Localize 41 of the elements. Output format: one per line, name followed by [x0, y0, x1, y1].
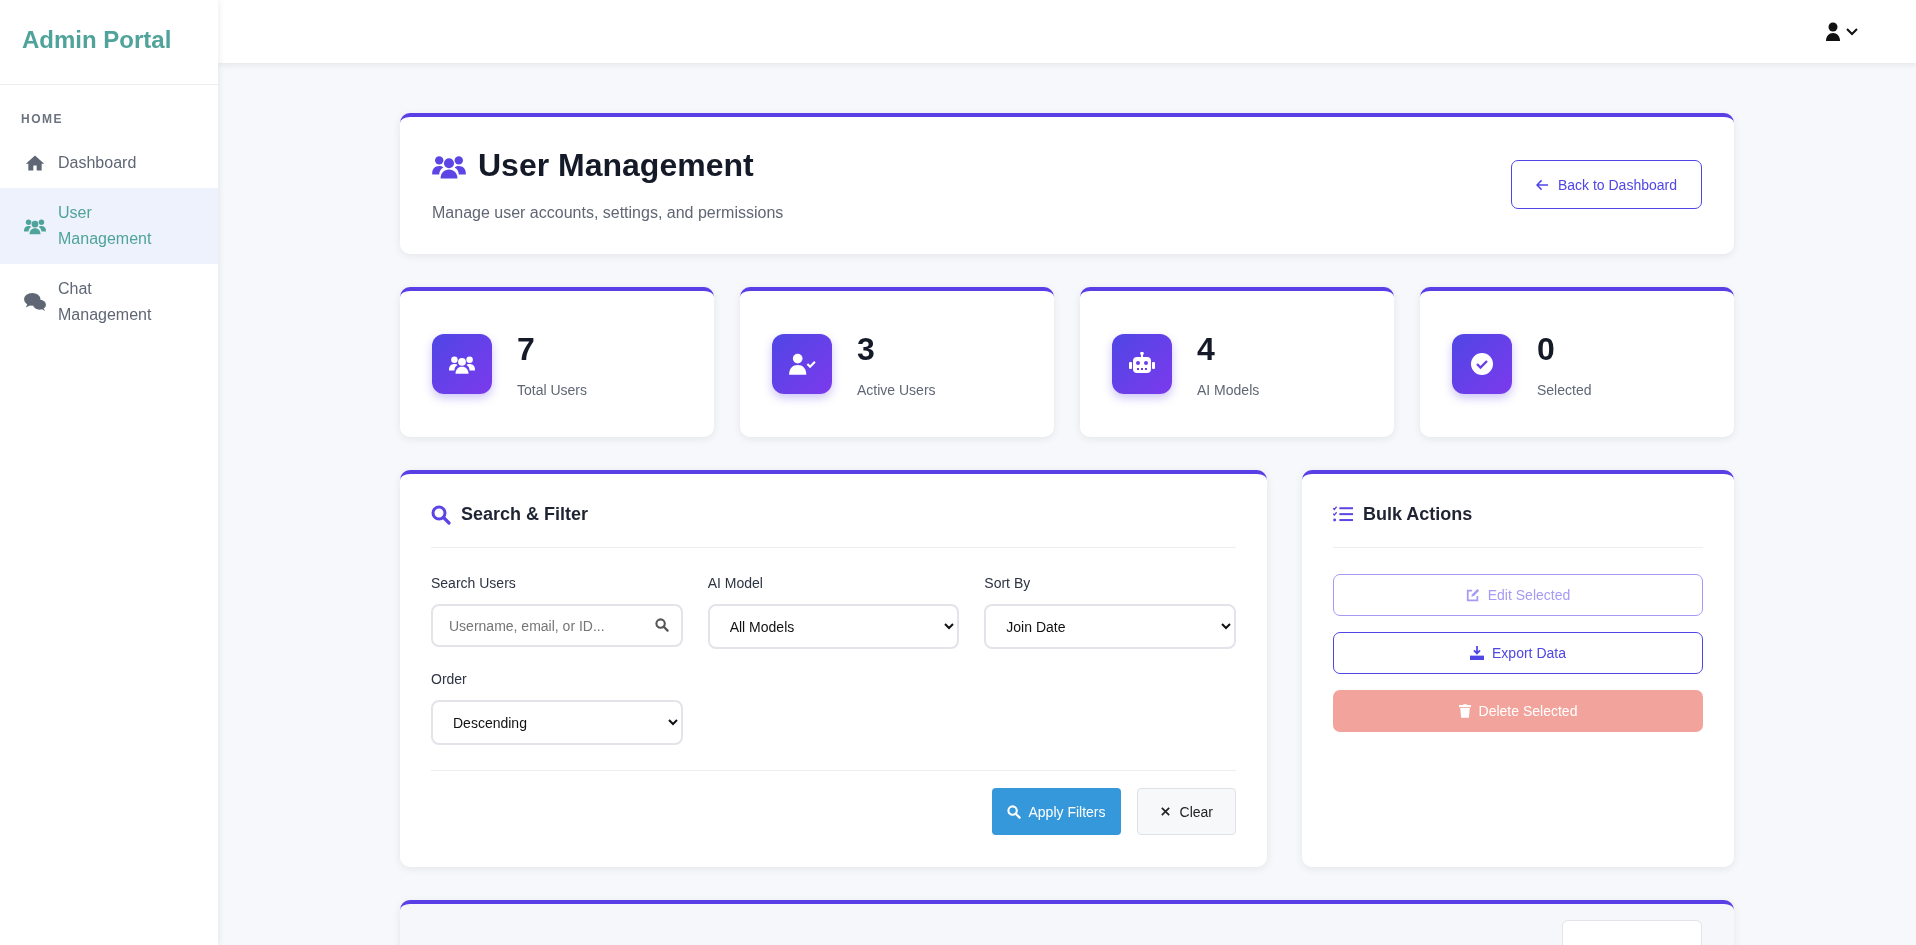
stat-label: Selected [1537, 381, 1592, 398]
stat-value: 7 [517, 330, 536, 368]
page-title: User Management [478, 147, 754, 184]
close-icon [1159, 806, 1171, 817]
users-icon [449, 353, 475, 375]
stat-value: 4 [1197, 330, 1216, 368]
export-button[interactable]: Export Data [1333, 632, 1703, 674]
download-icon [1470, 646, 1485, 660]
robot-icon [1129, 352, 1155, 376]
field-label: Order [431, 671, 468, 687]
sidebar-item[interactable]: Dashboard [0, 138, 218, 188]
sidebar-item[interactable]: Chat Management [0, 264, 218, 340]
page-subtitle: Manage user accounts, settings, and permissions [432, 204, 784, 222]
search-icon [1006, 804, 1021, 819]
stat-label: Active Users [857, 381, 936, 398]
home-icon [24, 153, 46, 173]
card-title: Search & Filter [461, 504, 589, 525]
search-field[interactable]: Username, email, or ID... [431, 604, 683, 647]
search-icon [431, 504, 451, 525]
field-label: AI Model [707, 575, 764, 591]
checklist-icon [1333, 506, 1353, 523]
user-check-icon [788, 353, 816, 375]
stat-label: Total Users [517, 381, 588, 398]
dropdown-field[interactable]: All Models [707, 604, 960, 649]
clear-button[interactable]: Clear [1136, 788, 1236, 835]
edit-icon [1465, 588, 1480, 602]
stat-value: 0 [1537, 330, 1556, 368]
field-label: Sort By [984, 575, 1032, 591]
stat-label: AI Models [1197, 381, 1260, 398]
section-label: HOME [20, 111, 64, 128]
field-label: Search Users [431, 575, 517, 591]
dropdown-field[interactable]: Join Date [984, 604, 1236, 649]
left-arrow-icon [1535, 178, 1549, 191]
trash-icon [1458, 704, 1471, 718]
dropdown-field[interactable]: Descending [431, 700, 683, 745]
back-button[interactable]: Back to Dashboard [1510, 160, 1702, 209]
card-title: Bulk Actions [1363, 504, 1473, 525]
chat-bubbles-icon [24, 292, 46, 312]
stat-value: 3 [857, 330, 876, 368]
search-icon [654, 618, 669, 632]
check-circle-icon [1470, 352, 1494, 376]
